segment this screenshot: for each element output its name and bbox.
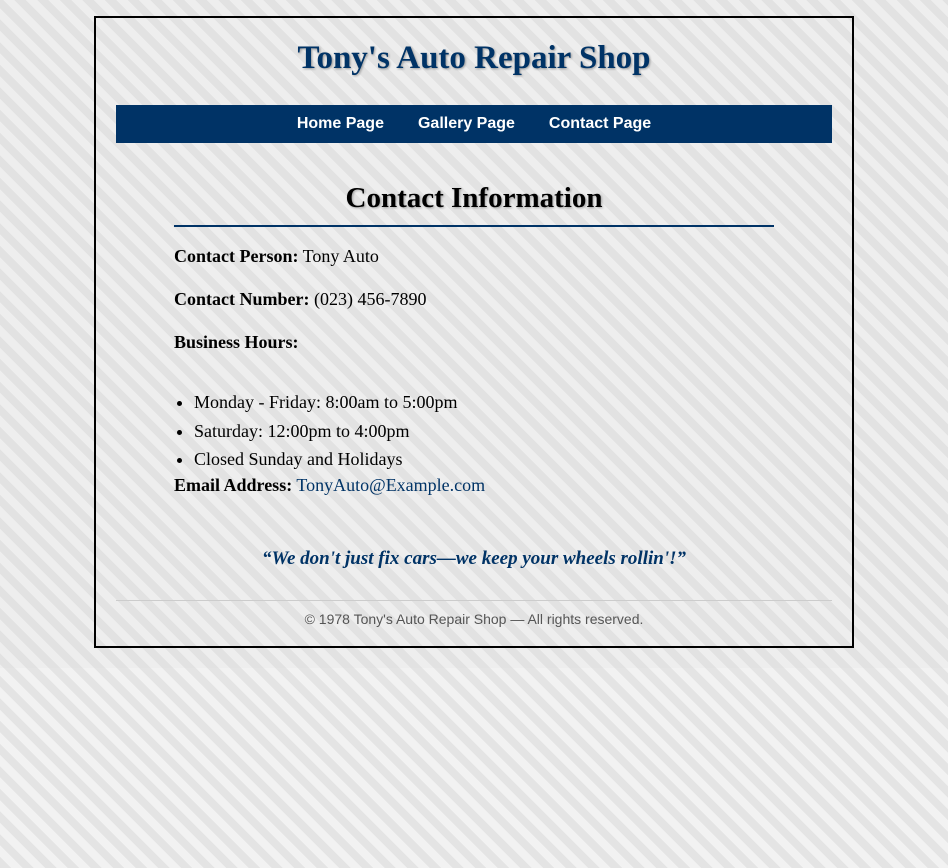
business-hours-list: Monday - Friday: 8:00am to 5:00pm Saturd… [174, 388, 457, 474]
list-item: Saturday: 12:00pm to 4:00pm [194, 417, 457, 446]
contact-person-value: Tony Auto [302, 246, 379, 266]
nav-link-contact[interactable]: Contact Page [549, 115, 651, 133]
email-link[interactable]: TonyAuto@Example.com [296, 475, 485, 495]
nav-link-gallery[interactable]: Gallery Page [418, 115, 515, 133]
list-item: Monday - Friday: 8:00am to 5:00pm [194, 388, 457, 417]
footer-copyright: © 1978 Tony's Auto Repair Shop — All rig… [304, 611, 644, 627]
background-lower-band [0, 668, 948, 868]
nav-link-home[interactable]: Home Page [297, 115, 384, 133]
contact-number-value: (023) 456-7890 [313, 289, 427, 309]
footer-divider [116, 600, 832, 601]
business-hours-label: Business Hours: [174, 332, 299, 352]
contact-section: Contact Information Contact Person: Tony… [174, 182, 774, 569]
slogan: “We don't just fix cars—we keep your whe… [261, 548, 686, 569]
page-container: Tony's Auto Repair Shop Home Page Galler… [94, 16, 854, 648]
list-item: Closed Sunday and Holidays [194, 445, 457, 474]
contact-person-label: Contact Person: [174, 246, 299, 266]
email-label: Email Address: [174, 475, 293, 495]
contact-heading: Contact Information [174, 182, 774, 227]
contact-number-label: Contact Number: [174, 289, 310, 309]
main-navbar: Home Page Gallery Page Contact Page [116, 105, 832, 143]
contact-number-line: Contact Number: (023) 456-7890 [174, 289, 426, 310]
email-line: Email Address: TonyAuto@Example.com [174, 475, 485, 496]
contact-person-line: Contact Person: Tony Auto [174, 246, 379, 267]
site-title: Tony's Auto Repair Shop [297, 40, 651, 76]
business-hours-line: Business Hours: [174, 332, 299, 353]
